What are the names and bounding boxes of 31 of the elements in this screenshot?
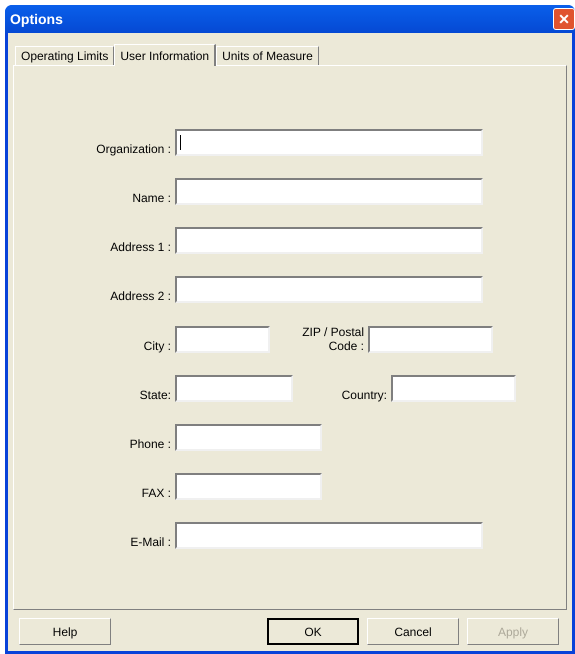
text-field[interactable] — [175, 424, 322, 451]
close-button[interactable]: × — [553, 8, 575, 30]
text-field[interactable] — [175, 473, 322, 500]
tab[interactable]: User Information — [114, 44, 216, 66]
text-field[interactable] — [175, 522, 483, 549]
field-label: State: — [138, 388, 172, 402]
field-label: Country: — [340, 388, 388, 402]
field-label: Organization : — [95, 142, 172, 156]
text-field[interactable] — [175, 178, 483, 205]
field-label: City : — [142, 339, 172, 353]
field-label: Phone : — [128, 437, 172, 451]
text-field[interactable] — [175, 276, 483, 303]
text-field[interactable] — [175, 326, 270, 353]
field-label: Address 1 : — [109, 240, 172, 254]
field-label: ZIP / Postal Code : — [301, 325, 365, 353]
field-label: Name : — [131, 191, 172, 205]
text-field[interactable] — [175, 129, 483, 156]
field-label: E-Mail : — [129, 535, 172, 549]
text-field[interactable] — [391, 375, 516, 402]
field-label: Address 2 : — [109, 289, 172, 303]
window-title: Options — [10, 10, 63, 29]
field-label: FAX : — [140, 486, 172, 500]
text-field[interactable] — [368, 326, 493, 353]
tab[interactable]: Units of Measure — [216, 46, 319, 65]
tab[interactable]: Operating Limits — [15, 46, 114, 65]
dialog-button[interactable]: Cancel — [367, 618, 459, 645]
text-cursor — [180, 135, 181, 150]
text-field[interactable] — [175, 227, 483, 254]
dialog-button[interactable]: OK — [267, 618, 359, 645]
dialog-button[interactable]: Help — [19, 618, 111, 645]
text-field[interactable] — [175, 375, 293, 402]
